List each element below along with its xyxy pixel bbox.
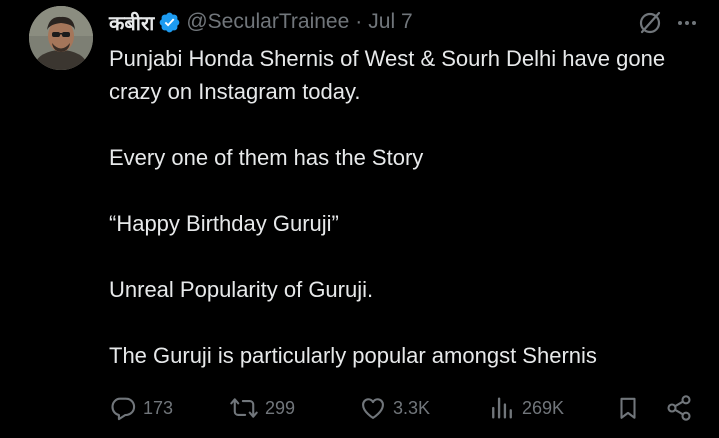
tweet-text: Punjabi Honda Shernis of West & Sourh De… xyxy=(109,42,699,372)
views-chart-icon xyxy=(488,394,516,422)
tweet-paragraph: Every one of them has the Story xyxy=(109,145,424,170)
more-options-icon[interactable] xyxy=(675,11,699,35)
profile-photo-icon xyxy=(29,6,93,70)
share-button[interactable] xyxy=(665,390,693,426)
avatar[interactable] xyxy=(29,6,93,70)
repost-count: 299 xyxy=(265,397,296,418)
tweet-paragraph: The Guruji is particularly popular among… xyxy=(109,343,597,368)
view-count: 269K xyxy=(522,397,565,418)
tweet-date[interactable]: Jul 7 xyxy=(368,10,412,34)
heart-icon xyxy=(359,394,387,422)
bookmark-icon xyxy=(615,394,641,422)
tweet-header: कबीरा @SecularTrainee · Jul 7 xyxy=(109,8,413,36)
repost-icon xyxy=(229,394,259,422)
display-name[interactable]: कबीरा xyxy=(109,9,154,36)
tweet-paragraph: “Happy Birthday Guruji” xyxy=(109,211,339,236)
reply-icon xyxy=(109,394,137,422)
author-handle[interactable]: @SecularTrainee xyxy=(186,10,349,34)
repost-button[interactable]: 299 xyxy=(229,390,295,426)
separator-dot: · xyxy=(355,10,363,33)
tweet: कबीरा @SecularTrainee · Jul 7 Punjabi Ho… xyxy=(0,0,719,438)
verified-badge-icon[interactable] xyxy=(158,11,181,34)
views-button[interactable]: 269K xyxy=(488,390,564,426)
like-button[interactable]: 3.3K xyxy=(359,390,430,426)
grok-icon[interactable] xyxy=(637,10,663,36)
share-icon xyxy=(665,394,693,422)
tweet-paragraph: Punjabi Honda Shernis of West & Sourh De… xyxy=(109,46,666,104)
bookmark-button[interactable] xyxy=(615,390,641,426)
header-actions xyxy=(637,10,699,36)
tweet-actions: 173 299 3.3K 269K xyxy=(109,390,699,426)
tweet-paragraph: Unreal Popularity of Guruji. xyxy=(109,277,374,302)
like-count: 3.3K xyxy=(393,397,431,418)
reply-count: 173 xyxy=(143,397,174,418)
reply-button[interactable]: 173 xyxy=(109,390,173,426)
